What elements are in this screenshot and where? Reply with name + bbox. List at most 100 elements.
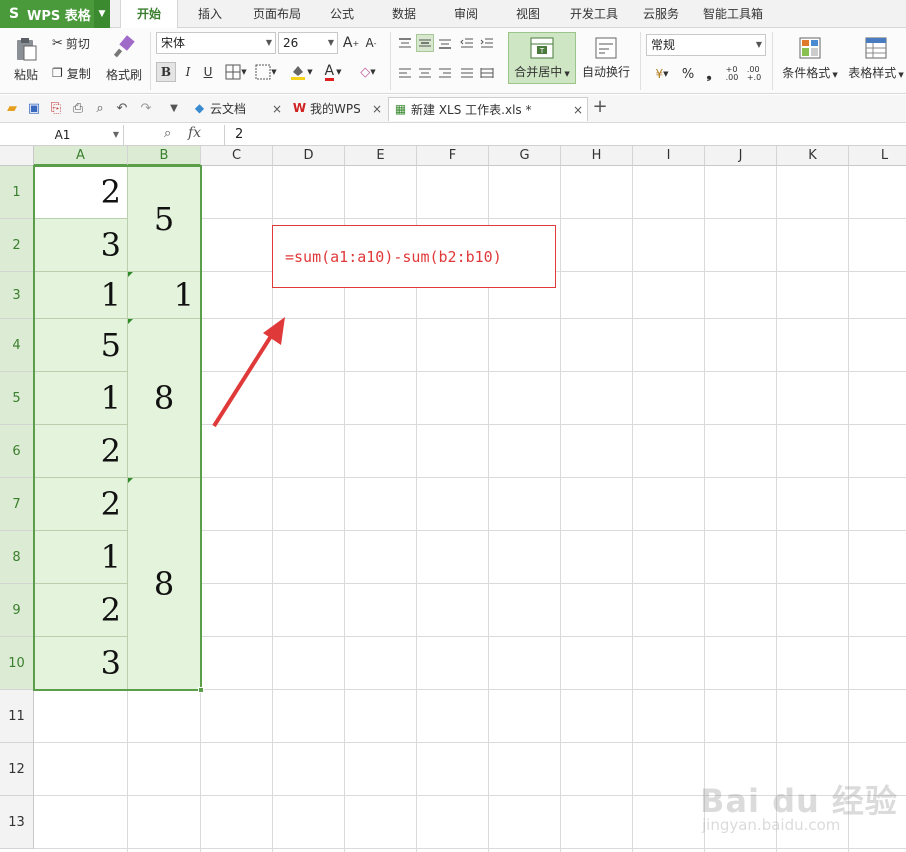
increase-decimal-icon[interactable]: +0.00: [722, 64, 742, 84]
row-header-7[interactable]: 7: [0, 478, 34, 531]
decrease-decimal-icon[interactable]: .00 +.0: [744, 64, 764, 84]
cell-a2[interactable]: 3: [34, 219, 128, 272]
column-header-d[interactable]: D: [273, 146, 345, 166]
align-left-icon[interactable]: [396, 64, 414, 82]
font-color-icon[interactable]: A ▼: [318, 62, 348, 82]
undo-icon[interactable]: ↶: [114, 101, 130, 117]
cell-a5[interactable]: 1: [34, 372, 128, 425]
number-format-dropdown[interactable]: 常规 ▼: [646, 34, 766, 56]
export-pdf-icon[interactable]: ⎘: [48, 101, 64, 117]
row-header-5[interactable]: 5: [0, 372, 34, 425]
copy-button[interactable]: ❐ 复制: [52, 64, 100, 82]
align-center-icon[interactable]: [416, 64, 434, 82]
align-bottom-icon[interactable]: [436, 34, 454, 52]
column-header-b[interactable]: B: [128, 146, 201, 166]
font-size-dropdown[interactable]: 26 ▼: [278, 32, 338, 54]
insert-function-button[interactable]: fx: [188, 125, 201, 141]
row-header-10[interactable]: 10: [0, 637, 34, 690]
cell-a3[interactable]: 1: [34, 272, 128, 319]
print-preview-icon[interactable]: ⌕: [92, 101, 108, 117]
row-header-11[interactable]: 11: [0, 690, 34, 743]
row-header-4[interactable]: 4: [0, 319, 34, 372]
tab-view[interactable]: 视图: [504, 0, 552, 28]
increase-font-icon[interactable]: A +: [342, 34, 360, 52]
print-icon[interactable]: ⎙: [70, 101, 86, 117]
table-style-button[interactable]: 表格样式 ▼: [846, 32, 906, 84]
name-box[interactable]: A1 ▼: [2, 125, 124, 145]
select-all-corner[interactable]: [0, 146, 34, 166]
format-painter-button[interactable]: 格式刷: [102, 66, 146, 82]
column-header-a[interactable]: A: [34, 146, 128, 166]
paste-icon[interactable]: [8, 34, 44, 64]
merge-center-button[interactable]: T 合并居中 ▼: [508, 32, 576, 84]
tab-home[interactable]: 开始: [120, 0, 178, 29]
underline-button[interactable]: U: [198, 62, 218, 82]
column-header-c[interactable]: C: [201, 146, 273, 166]
cell-a8[interactable]: 1: [34, 531, 128, 584]
close-icon[interactable]: ×: [272, 97, 282, 121]
fill-pattern-icon[interactable]: ▼: [252, 62, 280, 82]
align-top-icon[interactable]: [396, 34, 414, 52]
tab-smart-tools[interactable]: 智能工具箱: [698, 0, 768, 28]
tab-data[interactable]: 数据: [380, 0, 428, 28]
currency-icon[interactable]: ¥ ▼: [648, 64, 676, 84]
new-tab-icon[interactable]: +: [592, 98, 608, 116]
column-header-h[interactable]: H: [561, 146, 633, 166]
tab-cloud-docs[interactable]: ◆ 云文档 ×: [188, 97, 286, 121]
chevron-down-icon[interactable]: ▼: [94, 0, 110, 28]
redo-icon[interactable]: ↷: [138, 101, 154, 117]
column-header-k[interactable]: K: [777, 146, 849, 166]
cell-b-merged[interactable]: 1: [128, 272, 201, 319]
row-header-9[interactable]: 9: [0, 584, 34, 637]
row-header-12[interactable]: 12: [0, 743, 34, 796]
justify-icon[interactable]: [458, 64, 476, 82]
worksheet-grid[interactable]: A B C D E F G H I J K L 1 2 3 4 5 6 7 8 9 10 11 12 13 2 3 1 5 1 2 2 1 2 3 5…: [0, 146, 906, 852]
comma-button[interactable]: ❟: [700, 64, 718, 84]
cut-button[interactable]: ✂ 剪切: [52, 34, 100, 52]
decrease-font-icon[interactable]: A-: [362, 34, 380, 52]
bold-button[interactable]: B: [156, 62, 176, 82]
tab-developer[interactable]: 开发工具: [564, 0, 624, 28]
zoom-icon[interactable]: ⌕: [164, 126, 171, 141]
close-icon[interactable]: ×: [573, 98, 583, 122]
wrap-text-button[interactable]: 自动换行: [580, 32, 632, 84]
tab-review[interactable]: 审阅: [442, 0, 490, 28]
tab-formulas[interactable]: 公式: [318, 0, 366, 28]
paste-button[interactable]: 粘贴: [6, 66, 46, 82]
row-header-8[interactable]: 8: [0, 531, 34, 584]
chevron-down-icon[interactable]: ▼: [166, 101, 182, 117]
tab-workbook[interactable]: ▦ 新建 XLS 工作表.xls * ×: [388, 97, 588, 121]
percent-button[interactable]: %: [678, 64, 698, 84]
indent-decrease-icon[interactable]: [458, 34, 476, 52]
align-right-icon[interactable]: [436, 64, 454, 82]
cell-b-merged[interactable]: 8: [128, 319, 201, 478]
tab-my-wps[interactable]: W 我的WPS ×: [288, 97, 386, 121]
clear-format-icon[interactable]: ◇ ▼: [354, 62, 382, 82]
cell-a1[interactable]: 2: [34, 166, 128, 219]
open-folder-icon[interactable]: ▰: [4, 101, 20, 117]
column-header-e[interactable]: E: [345, 146, 417, 166]
row-header-13[interactable]: 13: [0, 796, 34, 849]
app-menu-button[interactable]: S WPS 表格 ▼: [0, 0, 110, 28]
distribute-icon[interactable]: [478, 64, 496, 82]
row-header-1[interactable]: 1: [0, 166, 34, 219]
row-header-6[interactable]: 6: [0, 425, 34, 478]
save-icon[interactable]: ▣: [26, 101, 42, 117]
font-name-dropdown[interactable]: 宋体 ▼: [156, 32, 276, 54]
fill-handle[interactable]: [198, 687, 204, 693]
cell-a10[interactable]: 3: [34, 637, 128, 690]
formula-input[interactable]: 2: [224, 125, 824, 145]
column-header-f[interactable]: F: [417, 146, 489, 166]
column-header-i[interactable]: I: [633, 146, 705, 166]
column-header-j[interactable]: J: [705, 146, 777, 166]
conditional-format-button[interactable]: 条件格式 ▼: [778, 32, 842, 84]
cell-b-merged[interactable]: 8: [128, 478, 201, 690]
cell-a7[interactable]: 2: [34, 478, 128, 531]
tab-cloud[interactable]: 云服务: [634, 0, 688, 28]
row-header-3[interactable]: 3: [0, 272, 34, 319]
align-middle-icon[interactable]: [416, 34, 434, 52]
row-header-2[interactable]: 2: [0, 219, 34, 272]
cell-a6[interactable]: 2: [34, 425, 128, 478]
column-header-g[interactable]: G: [489, 146, 561, 166]
italic-button[interactable]: I: [178, 62, 198, 82]
